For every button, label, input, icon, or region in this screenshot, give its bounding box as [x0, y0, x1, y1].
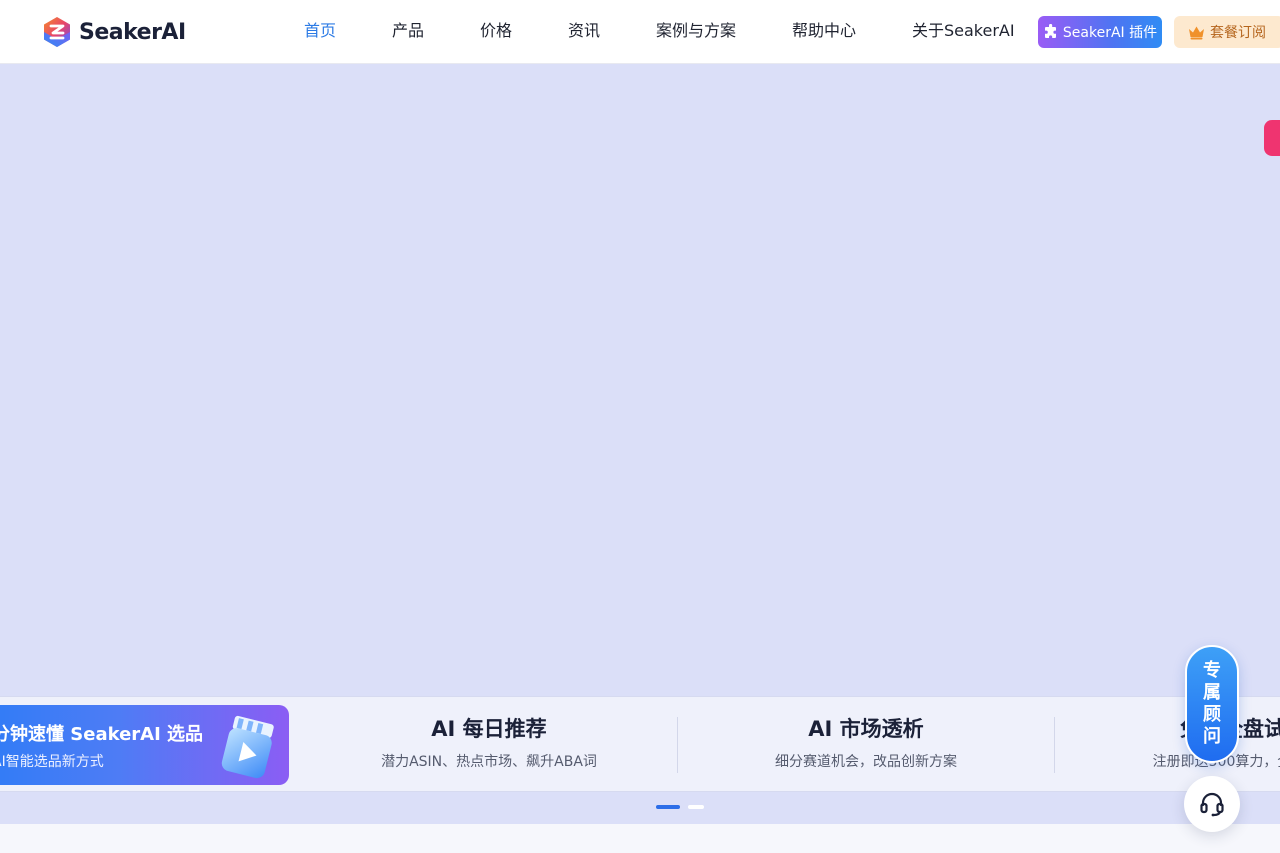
nav-item-pricing[interactable]: 价格: [480, 20, 512, 42]
subscribe-button[interactable]: 套餐订阅: [1174, 16, 1280, 48]
consultant-char: 属: [1203, 682, 1221, 703]
play-icon: [221, 715, 274, 779]
puzzle-icon: [1044, 24, 1056, 38]
feature-strip: 分钟速懂 SeakerAI 选品 AI智能选品新方式 AI 每日推荐 潜力ASI…: [0, 696, 1280, 792]
brand-logo[interactable]: SeakerAI: [41, 15, 186, 49]
support-chat-button[interactable]: [1184, 776, 1240, 832]
nav-item-home[interactable]: 首页: [304, 20, 336, 42]
headset-icon: [1200, 792, 1224, 817]
top-header: SeakerAI 首页 产品 价格 资讯 案例与方案 帮助中心 关于Seaker…: [0, 0, 1280, 64]
page: SeakerAI 首页 产品 价格 资讯 案例与方案 帮助中心 关于Seaker…: [0, 0, 1280, 853]
consultant-char: 顾: [1203, 704, 1221, 725]
feature-daily-recommend[interactable]: AI 每日推荐 潜力ASIN、热点市场、飙升ABA词: [350, 713, 628, 777]
feature-market-analysis[interactable]: AI 市场透析 细分赛道机会，改品创新方案: [727, 713, 1005, 777]
consultant-char: 专: [1203, 660, 1221, 681]
plugin-label: SeakerAI 插件: [1062, 25, 1158, 41]
feature-desc: 潜力ASIN、热点市场、飙升ABA词: [381, 754, 597, 770]
feature-title: AI 市场透析: [808, 717, 924, 741]
intro-video-card[interactable]: 分钟速懂 SeakerAI 选品 AI智能选品新方式: [0, 705, 289, 785]
nav-item-products[interactable]: 产品: [392, 20, 424, 42]
consultant-button[interactable]: 专 属 顾 问: [1185, 645, 1239, 763]
brand-name: SeakerAI: [79, 19, 186, 45]
nav-item-cases[interactable]: 案例与方案: [656, 20, 736, 42]
crown-icon: [1189, 26, 1204, 39]
logo-mark-icon: [44, 17, 70, 47]
video-card-title: 分钟速懂 SeakerAI 选品: [0, 724, 204, 745]
carousel-dot[interactable]: [688, 805, 704, 809]
side-promo-tab[interactable]: [1264, 120, 1280, 156]
feature-desc: 细分赛道机会，改品创新方案: [775, 754, 957, 770]
plugin-button[interactable]: SeakerAI 插件: [1038, 16, 1162, 48]
feature-title: AI 每日推荐: [431, 717, 547, 741]
divider: [677, 717, 678, 773]
carousel-dot-active[interactable]: [656, 805, 680, 809]
nav-item-help[interactable]: 帮助中心: [792, 20, 856, 42]
subscribe-label: 套餐订阅: [1210, 25, 1266, 41]
nav-item-about[interactable]: 关于SeakerAI: [912, 20, 1015, 42]
nav-item-news[interactable]: 资讯: [568, 20, 600, 42]
consultant-char: 问: [1203, 726, 1221, 747]
video-card-subtitle: AI智能选品新方式: [0, 754, 104, 770]
divider: [1054, 717, 1055, 773]
